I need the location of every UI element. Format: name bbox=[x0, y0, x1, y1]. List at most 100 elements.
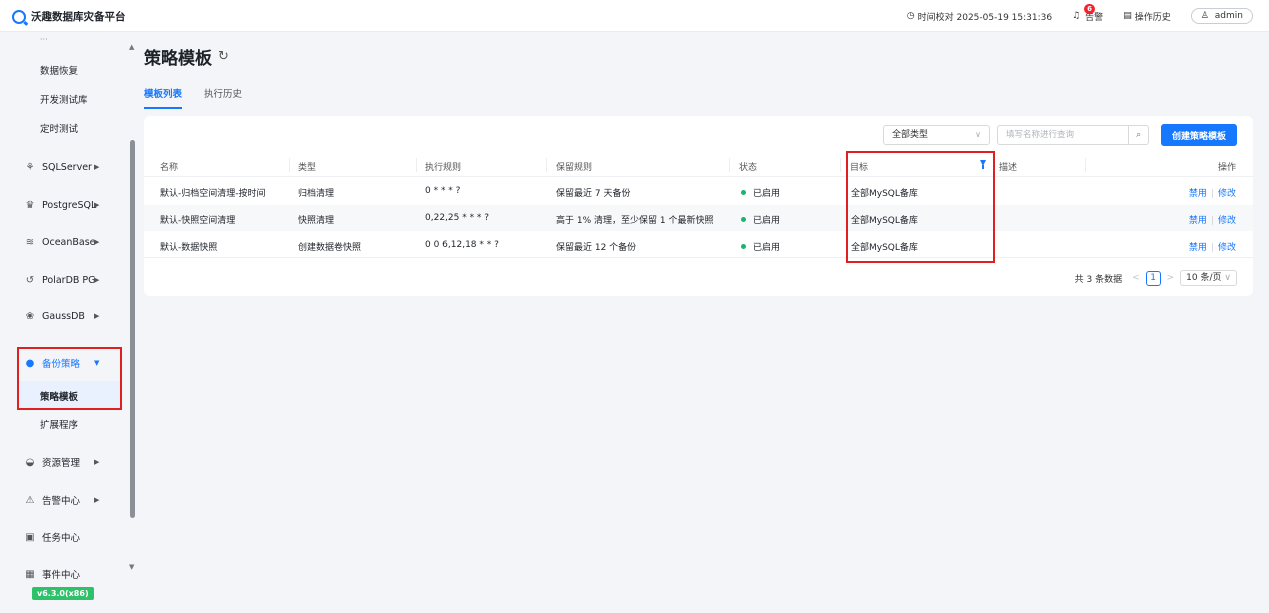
table-row: 默认-数据快照 创建数据卷快照 0 0 6,12,18 * * ? 保留最近 1… bbox=[144, 232, 1253, 258]
polardb-icon: ↺ bbox=[25, 274, 35, 286]
sidebar-item-resource[interactable]: ◒ 资源管理 ▶ bbox=[0, 449, 128, 475]
sidebar-scrollbar[interactable] bbox=[130, 140, 135, 518]
edit-button[interactable]: 修改 bbox=[1218, 243, 1236, 253]
chevron-down-icon: ∨ bbox=[975, 130, 981, 139]
cell-name: 默认-快照空间清理 bbox=[160, 216, 236, 226]
cell-type: 归档清理 bbox=[298, 189, 335, 199]
sidebar-item-policy-template[interactable]: 策略模板 bbox=[17, 381, 120, 409]
status-text: 已启用 bbox=[753, 216, 781, 226]
page-number[interactable]: 1 bbox=[1145, 270, 1161, 286]
col-type: 类型 bbox=[298, 163, 317, 173]
clock-icon: ◷ bbox=[906, 11, 915, 21]
cell-actions: 禁用 | 修改 bbox=[1189, 240, 1236, 253]
sidebar-label: 资源管理 bbox=[42, 458, 81, 469]
col-status: 状态 bbox=[739, 163, 758, 173]
cell-exec-rule: 0 0 6,12,18 * * ? bbox=[425, 240, 499, 250]
sidebar-item-backup-policy[interactable]: ● 备份策略 ▼ bbox=[0, 350, 128, 376]
chevron-down-icon: ▼ bbox=[94, 359, 100, 367]
history-button[interactable]: ▤ 操作历史 bbox=[1123, 10, 1171, 23]
disable-button[interactable]: 禁用 bbox=[1189, 216, 1207, 226]
tab-template-list[interactable]: 模板列表 bbox=[144, 86, 183, 109]
search-icon[interactable]: ⌕ bbox=[1128, 126, 1148, 144]
cell-retain-rule: 保留最近 12 个备份 bbox=[556, 243, 637, 253]
search-input[interactable] bbox=[998, 126, 1129, 144]
sidebar-label: PolarDB PG bbox=[42, 274, 96, 286]
cell-target: 全部MySQL备库 bbox=[851, 216, 918, 226]
cell-retain-rule: 高于 1% 清理，至少保留 1 个最新快照 bbox=[556, 216, 714, 226]
type-select[interactable]: 全部类型 ∨ bbox=[883, 125, 990, 145]
gaussdb-icon: ❀ bbox=[25, 310, 35, 322]
action-separator: | bbox=[1210, 189, 1214, 199]
sidebar-item-sqlserver[interactable]: ⚘ SQLServer ▶ bbox=[0, 154, 128, 180]
table-row: 默认-归档空间清理-按时间 归档清理 0 * * * ? 保留最近 7 天备份 … bbox=[144, 178, 1253, 204]
page-size-select[interactable]: 10 条/页 ∨ bbox=[1180, 270, 1237, 286]
col-separator bbox=[289, 158, 290, 172]
top-bar: 沃趣数据库灾备平台 ◷ 时间校对 2025-05-19 15:31:36 ♫ 6… bbox=[0, 0, 1269, 32]
postgresql-icon: ♛ bbox=[25, 199, 35, 211]
disable-button[interactable]: 禁用 bbox=[1189, 243, 1207, 253]
sidebar-label: 事件中心 bbox=[42, 570, 81, 581]
chevron-right-icon: ▶ bbox=[94, 163, 100, 171]
time-label: 时间校对 2025-05-19 15:31:36 bbox=[917, 12, 1053, 23]
sidebar-item-polardb[interactable]: ↺ PolarDB PG ▶ bbox=[0, 267, 128, 293]
cell-exec-rule: 0 * * * ? bbox=[425, 186, 461, 196]
tab-exec-history[interactable]: 执行历史 bbox=[204, 86, 242, 109]
cell-target: 全部MySQL备库 bbox=[851, 243, 918, 253]
version-badge: v6.3.0(x86) bbox=[32, 587, 94, 600]
edit-button[interactable]: 修改 bbox=[1218, 216, 1236, 226]
sidebar-label: OceanBase bbox=[42, 236, 96, 248]
status-dot bbox=[741, 244, 746, 249]
create-template-button[interactable]: 创建策略模板 bbox=[1161, 124, 1237, 146]
filter-icon[interactable] bbox=[980, 160, 986, 169]
status-dot bbox=[741, 217, 746, 222]
sidebar-item-data-restore[interactable]: 数据恢复 bbox=[40, 63, 78, 77]
sidebar-item-extensions[interactable]: 扩展程序 bbox=[40, 417, 78, 431]
refresh-icon[interactable]: ↻ bbox=[218, 49, 229, 64]
col-desc: 描述 bbox=[999, 163, 1018, 173]
oceanbase-icon: ≋ bbox=[25, 236, 35, 248]
col-actions: 操作 bbox=[1217, 163, 1236, 173]
sidebar-label: SQLServer bbox=[42, 161, 92, 173]
sidebar-item-oceanbase[interactable]: ≋ OceanBase ▶ bbox=[0, 229, 128, 255]
cell-name: 默认-数据快照 bbox=[160, 243, 218, 253]
sidebar-item-task-center[interactable]: ▣ 任务中心 bbox=[0, 524, 128, 550]
edit-button[interactable]: 修改 bbox=[1218, 189, 1236, 199]
next-page-icon[interactable]: > bbox=[1167, 273, 1175, 283]
prev-page-icon[interactable]: < bbox=[1132, 273, 1140, 283]
user-icon: ♙ bbox=[1200, 11, 1209, 21]
sidebar-item-alarm-center[interactable]: ⚠ 告警中心 ▶ bbox=[0, 487, 128, 513]
col-separator bbox=[546, 158, 547, 172]
col-separator bbox=[729, 158, 730, 172]
cell-exec-rule: 0,22,25 * * * ? bbox=[425, 213, 490, 223]
app-title: 沃趣数据库灾备平台 bbox=[31, 11, 126, 23]
chevron-down-icon: ∨ bbox=[1224, 273, 1231, 283]
scroll-down-arrow[interactable]: ▼ bbox=[129, 563, 134, 571]
history-icon: ▤ bbox=[1123, 11, 1132, 21]
alerts-button[interactable]: ♫ 6 告警 bbox=[1072, 3, 1103, 23]
alarm-icon: ⚠ bbox=[25, 494, 35, 506]
sidebar-item-event-center[interactable]: ▦ 事件中心 bbox=[0, 561, 128, 587]
cell-name: 默认-归档空间清理-按时间 bbox=[160, 189, 266, 199]
col-exec-rule: 执行规则 bbox=[425, 163, 462, 173]
total-count: 共 3 条数据 bbox=[1074, 274, 1123, 285]
type-select-value: 全部类型 bbox=[892, 130, 929, 140]
page-size-value: 10 条/页 bbox=[1186, 273, 1222, 283]
disable-button[interactable]: 禁用 bbox=[1189, 189, 1207, 199]
cell-type: 创建数据卷快照 bbox=[298, 243, 362, 253]
sidebar-item-scheduled-test[interactable]: 定时测试 bbox=[40, 121, 78, 135]
chevron-right-icon: ▶ bbox=[94, 312, 100, 320]
scroll-up-arrow[interactable]: ▲ bbox=[129, 43, 134, 51]
status-text: 已启用 bbox=[753, 243, 781, 253]
app-logo[interactable]: 沃趣数据库灾备平台 bbox=[12, 9, 126, 24]
bell-icon: ♫ bbox=[1072, 11, 1081, 21]
sidebar-label: GaussDB bbox=[42, 310, 85, 322]
user-menu[interactable]: ♙ admin bbox=[1190, 8, 1253, 24]
cell-status: 已启用 bbox=[741, 213, 780, 226]
sidebar-label: 策略模板 bbox=[40, 392, 79, 403]
cell-actions: 禁用 | 修改 bbox=[1189, 186, 1236, 199]
sidebar-item-gaussdb[interactable]: ❀ GaussDB ▶ bbox=[0, 303, 128, 329]
history-label: 操作历史 bbox=[1134, 12, 1171, 23]
sidebar-item-postgresql[interactable]: ♛ PostgreSQL ▶ bbox=[0, 192, 128, 218]
sidebar-item-dev-test[interactable]: 开发测试库 bbox=[40, 92, 88, 106]
page-title-text: 策略模板 bbox=[144, 49, 212, 69]
